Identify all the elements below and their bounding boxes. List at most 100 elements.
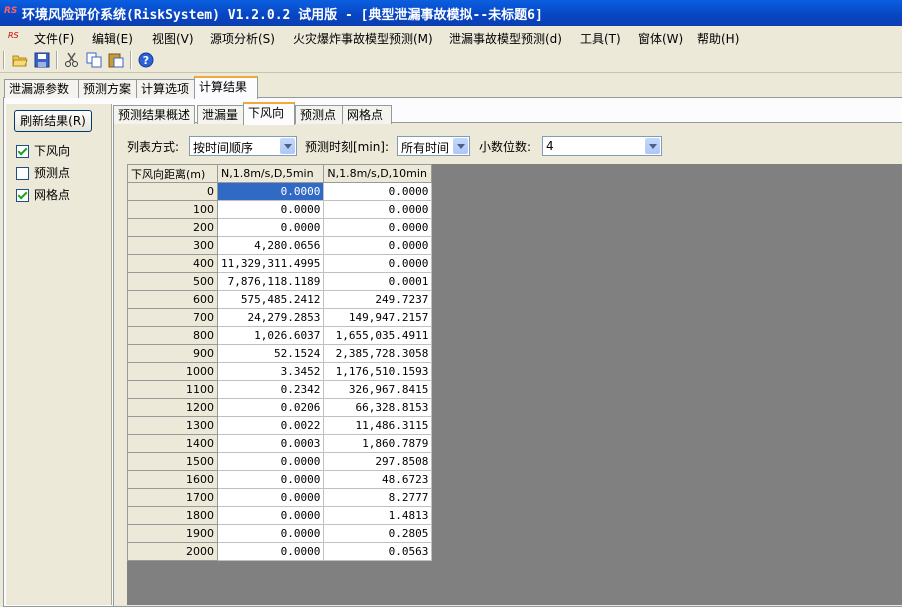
toolbar-grip[interactable]: [3, 51, 5, 69]
row-header-distance[interactable]: 1800: [127, 506, 218, 525]
table-row[interactable]: 2000 0.0000 0.0563: [127, 542, 433, 561]
tab-leak-amount[interactable]: 泄漏量: [197, 105, 245, 124]
row-header-distance[interactable]: 1900: [127, 524, 218, 543]
row-header-distance[interactable]: 1500: [127, 452, 218, 471]
table-cell[interactable]: 24,279.2853: [216, 308, 325, 327]
tab-grid-points[interactable]: 网格点: [342, 105, 392, 124]
menu-edit[interactable]: 编辑(E): [92, 30, 133, 47]
table-cell[interactable]: 0.0000: [216, 200, 325, 219]
table-cell[interactable]: 1,176,510.1593: [323, 362, 433, 381]
table-cell[interactable]: 11,486.3115: [323, 416, 433, 435]
checkbox-grid-points[interactable]: [16, 189, 29, 202]
table-cell[interactable]: 0.0000: [216, 470, 325, 489]
table-cell[interactable]: 3.3452: [216, 362, 325, 381]
table-cell[interactable]: 0.0206: [216, 398, 325, 417]
menu-source-analysis[interactable]: 源项分析(S): [210, 30, 275, 47]
check-downwind[interactable]: 下风向: [16, 142, 70, 158]
table-cell[interactable]: 0.0000: [216, 542, 325, 561]
row-header-distance[interactable]: 800: [127, 326, 218, 345]
table-cell[interactable]: 0.0000: [323, 236, 433, 255]
checkbox-prediction-points[interactable]: [16, 167, 29, 180]
table-cell[interactable]: 1,026.6037: [216, 326, 325, 345]
table-row[interactable]: 1000 3.3452 1,176,510.1593: [127, 362, 433, 381]
tab-result-summary[interactable]: 预测结果概述: [113, 105, 195, 124]
menu-help[interactable]: 帮助(H): [697, 30, 739, 47]
tab-calc-options[interactable]: 计算选项: [136, 79, 197, 98]
table-cell[interactable]: 0.0003: [216, 434, 325, 453]
table-row[interactable]: 100 0.0000 0.0000: [127, 200, 433, 219]
chevron-down-icon[interactable]: [645, 138, 660, 154]
open-folder-icon[interactable]: [12, 52, 28, 68]
copy-icon[interactable]: [86, 52, 102, 68]
row-header-distance[interactable]: 200: [127, 218, 218, 237]
table-cell[interactable]: 0.0000: [216, 218, 325, 237]
table-cell[interactable]: 1,655,035.4911: [323, 326, 433, 345]
table-cell[interactable]: 1,860.7879: [323, 434, 433, 453]
table-row[interactable]: 1300 0.0022 11,486.3115: [127, 416, 433, 435]
table-cell[interactable]: 0.0000: [323, 200, 433, 219]
time-select[interactable]: 所有时间: [397, 136, 470, 156]
tab-prediction-plan[interactable]: 预测方案: [78, 79, 139, 98]
help-icon[interactable]: ?: [138, 52, 154, 68]
table-cell[interactable]: 2,385,728.3058: [323, 344, 433, 363]
table-row[interactable]: 1600 0.0000 48.6723: [127, 470, 433, 489]
column-header-distance[interactable]: 下风向距离(m): [127, 164, 218, 183]
table-cell[interactable]: 52.1524: [216, 344, 325, 363]
table-cell[interactable]: 4,280.0656: [216, 236, 325, 255]
table-row[interactable]: 0 0.0000 0.0000: [127, 182, 433, 201]
row-header-distance[interactable]: 1300: [127, 416, 218, 435]
table-cell[interactable]: 149,947.2157: [323, 308, 433, 327]
table-row[interactable]: 800 1,026.6037 1,655,035.4911: [127, 326, 433, 345]
table-cell[interactable]: 575,485.2412: [216, 290, 325, 309]
row-header-distance[interactable]: 600: [127, 290, 218, 309]
row-header-distance[interactable]: 300: [127, 236, 218, 255]
table-row[interactable]: 500 7,876,118.1189 0.0001: [127, 272, 433, 291]
row-header-distance[interactable]: 1600: [127, 470, 218, 489]
row-header-distance[interactable]: 700: [127, 308, 218, 327]
menu-leak-prediction[interactable]: 泄漏事故模型预测(d): [449, 30, 562, 47]
row-header-distance[interactable]: 1000: [127, 362, 218, 381]
table-row[interactable]: 1400 0.0003 1,860.7879: [127, 434, 433, 453]
table-row[interactable]: 200 0.0000 0.0000: [127, 218, 433, 237]
menu-window[interactable]: 窗体(W): [638, 30, 683, 47]
table-cell[interactable]: 48.6723: [323, 470, 433, 489]
row-header-distance[interactable]: 100: [127, 200, 218, 219]
table-cell[interactable]: 0.0000: [323, 218, 433, 237]
table-cell[interactable]: 0.0000: [216, 452, 325, 471]
row-header-distance[interactable]: 400: [127, 254, 218, 273]
row-header-distance[interactable]: 1200: [127, 398, 218, 417]
table-cell[interactable]: 0.0563: [323, 542, 433, 561]
table-cell[interactable]: 0.0000: [216, 506, 325, 525]
table-cell[interactable]: 0.0001: [323, 272, 433, 291]
table-cell[interactable]: 326,967.8415: [323, 380, 433, 399]
table-cell[interactable]: 0.2805: [323, 524, 433, 543]
table-cell[interactable]: 297.8508: [323, 452, 433, 471]
table-row[interactable]: 1500 0.0000 297.8508: [127, 452, 433, 471]
column-header-10min[interactable]: N,1.8m/s,D,10min: [323, 164, 433, 183]
table-cell[interactable]: 8.2777: [323, 488, 433, 507]
table-row[interactable]: 1100 0.2342 326,967.8415: [127, 380, 433, 399]
tab-leak-source-params[interactable]: 泄漏源参数: [4, 79, 81, 98]
table-cell[interactable]: 0.0000: [323, 254, 433, 273]
table-row[interactable]: 1800 0.0000 1.4813: [127, 506, 433, 525]
table-row[interactable]: 1900 0.0000 0.2805: [127, 524, 433, 543]
table-cell[interactable]: 0.0022: [216, 416, 325, 435]
table-cell[interactable]: 1.4813: [323, 506, 433, 525]
title-bar[interactable]: RS 环境风险评价系统(RiskSystem) V1.2.0.2 试用版 - […: [0, 0, 902, 26]
table-row[interactable]: 300 4,280.0656 0.0000: [127, 236, 433, 255]
table-cell[interactable]: 0.0000: [216, 524, 325, 543]
save-icon[interactable]: [34, 52, 50, 68]
row-header-distance[interactable]: 2000: [127, 542, 218, 561]
row-header-distance[interactable]: 1700: [127, 488, 218, 507]
table-row[interactable]: 400 11,329,311.4995 0.0000: [127, 254, 433, 273]
column-header-5min[interactable]: N,1.8m/s,D,5min: [216, 164, 325, 183]
chevron-down-icon[interactable]: [453, 138, 468, 154]
menu-file[interactable]: 文件(F): [34, 30, 74, 47]
menu-tools[interactable]: 工具(T): [580, 30, 621, 47]
refresh-results-button[interactable]: 刷新结果(R): [14, 110, 92, 132]
chevron-down-icon[interactable]: [280, 138, 295, 154]
checkbox-downwind[interactable]: [16, 145, 29, 158]
row-header-distance[interactable]: 1400: [127, 434, 218, 453]
check-grid-points[interactable]: 网格点: [16, 186, 70, 202]
tab-calc-results[interactable]: 计算结果: [194, 76, 258, 99]
